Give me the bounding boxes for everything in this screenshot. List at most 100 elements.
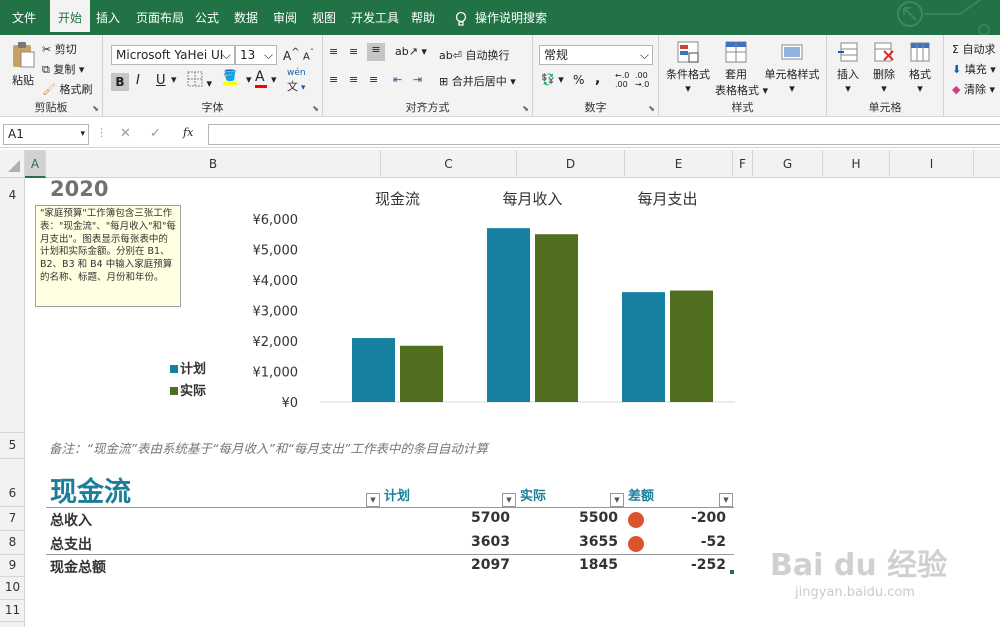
merge-center-button[interactable]: ⊞ 合并后居中 ▾ <box>439 73 516 89</box>
row-header-8[interactable]: 8 <box>0 530 25 554</box>
column-header-d[interactable]: D <box>517 150 625 178</box>
tab-home[interactable]: 开始 <box>50 0 91 35</box>
filter-dropdown-icon[interactable]: ▼ <box>502 493 516 507</box>
increase-indent-icon[interactable]: ⇥ <box>413 73 422 86</box>
shrink-font-button[interactable]: Aˇ <box>303 47 314 62</box>
increase-decimal-icon[interactable]: ←.0.00 <box>615 71 629 89</box>
row-header-5[interactable]: 5 <box>0 432 25 458</box>
top-align-icon[interactable]: ≡ <box>329 45 338 58</box>
decrease-indent-icon[interactable]: ⇤ <box>393 73 402 86</box>
bar-actual[interactable] <box>535 234 578 402</box>
row-header-9[interactable]: 9 <box>0 554 25 576</box>
fill-button[interactable]: ⬇ 填充 ▾ <box>952 61 996 77</box>
percent-button[interactable]: % <box>573 73 584 87</box>
filter-dropdown-icon[interactable]: ▼ <box>719 493 733 507</box>
formula-input[interactable] <box>208 124 1000 145</box>
conditional-format-button[interactable]: 条件格式 ▾ <box>665 41 711 95</box>
column-header-f[interactable]: F <box>733 150 753 178</box>
decrease-decimal-icon[interactable]: .00 →.0 <box>635 71 649 89</box>
row-header-10[interactable]: 10 <box>0 576 25 599</box>
tab-file[interactable]: 文件 <box>12 0 36 35</box>
column-header-h[interactable]: H <box>823 150 890 178</box>
budget-bar-chart[interactable]: ¥0 ¥1,000 ¥2,000 ¥3,000 ¥4,000 ¥5,000 ¥6,000 现金… <box>240 180 740 420</box>
font-color-button[interactable]: A <box>255 69 267 88</box>
column-header-c[interactable]: C <box>381 150 517 178</box>
tab-data[interactable]: 数据 <box>234 0 258 35</box>
column-header-a[interactable]: A <box>25 150 46 178</box>
format-painter-button[interactable]: 🖌 格式刷 <box>42 81 92 97</box>
row-header-7[interactable]: 7 <box>0 506 25 530</box>
select-all-icon <box>8 160 20 172</box>
column-header-e[interactable]: E <box>625 150 733 178</box>
copy-button[interactable]: ⧉ 复制 ▾ <box>42 61 84 77</box>
underline-button[interactable]: U <box>156 73 166 88</box>
bar-plan[interactable] <box>352 338 395 402</box>
tab-insert[interactable]: 插入 <box>96 0 120 35</box>
bar-actual[interactable] <box>670 290 713 402</box>
bold-button[interactable]: B <box>111 73 129 91</box>
cell-styles-button[interactable]: 单元格样式 ▾ <box>761 41 823 95</box>
phonetic-button[interactable]: wén 文 ▾ <box>287 68 306 94</box>
conditional-format-icon <box>677 41 699 63</box>
comma-style-button[interactable]: , <box>595 71 600 87</box>
underline-dropdown[interactable]: ▾ <box>171 73 177 86</box>
column-header-b[interactable]: B <box>46 150 381 178</box>
row-header-6[interactable]: 6 <box>0 458 25 506</box>
enter-icon[interactable]: ✓ <box>150 126 161 141</box>
tab-page-layout[interactable]: 页面布局 <box>136 0 184 35</box>
paste-button[interactable]: 粘贴 <box>8 41 38 88</box>
accounting-format-button[interactable]: 💱 ▾ <box>541 73 564 86</box>
fill-color-button[interactable]: 🪣 <box>223 69 237 85</box>
cancel-icon[interactable]: ✕ <box>120 126 131 141</box>
align-right-icon[interactable]: ≡ <box>369 73 378 86</box>
font-name-dropdown[interactable]: Microsoft YaHei UI ⌵ <box>111 45 235 65</box>
dialog-launcher-icon[interactable]: ⬊ <box>312 104 319 113</box>
insert-function-button[interactable]: fx <box>183 126 193 139</box>
row-header-4[interactable]: 4 <box>0 178 25 432</box>
dialog-launcher-icon[interactable]: ⬊ <box>92 104 99 113</box>
autosum-button[interactable]: Σ 自动求 <box>952 41 995 57</box>
dialog-launcher-icon[interactable]: ⬊ <box>648 104 655 113</box>
tab-help[interactable]: 帮助 <box>411 0 435 35</box>
bar-plan[interactable] <box>622 292 665 402</box>
styles-group: 条件格式 ▾ 套用 表格格式 ▾ 单元格样式 ▾ 样式 <box>659 35 827 117</box>
cut-button[interactable]: ✂ 剪切 <box>42 41 77 57</box>
format-as-table-button[interactable]: 套用 表格格式 ▾ <box>715 41 768 98</box>
filter-dropdown-icon[interactable]: ▼ <box>610 493 624 507</box>
select-all-corner[interactable] <box>0 150 25 178</box>
number-format-dropdown[interactable]: 常规 ⌵ <box>539 45 653 65</box>
dialog-launcher-icon[interactable]: ⬊ <box>522 104 529 113</box>
bar-actual[interactable] <box>400 345 443 402</box>
italic-button[interactable]: I <box>136 73 140 88</box>
paste-icon <box>13 42 35 68</box>
fill-color-dropdown[interactable]: ▾ <box>246 73 252 86</box>
align-center-icon[interactable]: ≡ <box>349 73 358 86</box>
alignment-group: ≡ ≡ ≡ ab↗ ▾ ≡ ≡ ≡ ⇤ ⇥ ab⏎ 自动换行 ⊞ 合并后居中 ▾… <box>323 35 533 117</box>
row-header-11[interactable]: 11 <box>0 599 25 621</box>
tab-view[interactable]: 视图 <box>312 0 336 35</box>
bar-plan[interactable] <box>487 228 530 402</box>
grow-font-button[interactable]: A^ <box>283 47 300 63</box>
tab-review[interactable]: 审阅 <box>273 0 297 35</box>
delete-cells-button[interactable]: 删除 ▾ <box>869 41 899 95</box>
name-box-value: A1 <box>8 127 24 141</box>
tell-me-search[interactable]: 操作说明搜索 <box>475 0 547 35</box>
tab-formulas[interactable]: 公式 <box>195 0 219 35</box>
bottom-align-icon[interactable]: ≡ <box>367 43 385 61</box>
column-header-g[interactable]: G <box>753 150 823 178</box>
clear-button[interactable]: ◆ 清除 ▾ <box>952 81 995 97</box>
align-left-icon[interactable]: ≡ <box>329 73 338 86</box>
middle-align-icon[interactable]: ≡ <box>349 45 358 58</box>
wrap-text-button[interactable]: ab⏎ 自动换行 <box>439 47 509 63</box>
borders-button[interactable]: ▾ <box>187 71 212 90</box>
column-header-i[interactable]: I <box>890 150 974 178</box>
filter-dropdown-icon[interactable]: ▼ <box>366 493 380 507</box>
name-box[interactable]: A1 ▾ <box>3 124 89 145</box>
font-size-dropdown[interactable]: 13 ⌵ <box>235 45 277 65</box>
table-resize-handle[interactable] <box>730 570 734 574</box>
orientation-icon[interactable]: ab↗ ▾ <box>395 45 427 58</box>
insert-cells-button[interactable]: 插入 ▾ <box>833 41 863 95</box>
font-color-dropdown[interactable]: ▾ <box>271 73 277 86</box>
tab-developer[interactable]: 开发工具 <box>351 0 399 35</box>
format-cells-button[interactable]: 格式 ▾ <box>905 41 935 95</box>
